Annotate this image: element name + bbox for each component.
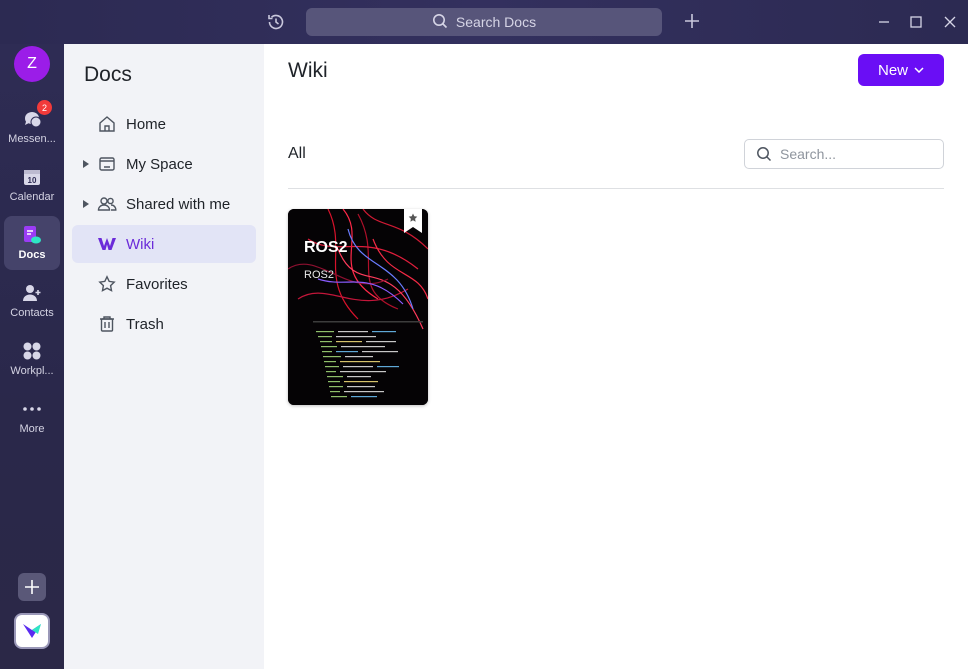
rail-item-label: Workpl...	[10, 365, 54, 377]
home-icon	[97, 114, 117, 134]
app-rail: Z 2 Messen... 10 Calendar Docs Contacts …	[0, 44, 64, 669]
rail-item-more[interactable]: More	[4, 390, 60, 444]
search-icon	[757, 147, 772, 162]
plus-icon	[25, 580, 39, 594]
calendar-icon: 10	[21, 166, 43, 188]
sidebar-item-home[interactable]: Home	[72, 105, 256, 143]
sidebar-item-shared[interactable]: Shared with me	[72, 185, 256, 223]
caret-right-icon[interactable]	[82, 200, 90, 208]
sidebar-title: Docs	[84, 63, 132, 86]
folder-icon	[97, 154, 117, 174]
filter-all[interactable]: All	[288, 145, 306, 163]
caret-right-icon[interactable]	[82, 160, 90, 168]
card-subtitle: ROS2	[304, 269, 334, 281]
workplace-icon	[21, 340, 43, 362]
history-icon[interactable]	[264, 10, 288, 34]
sidebar-item-label: Favorites	[126, 275, 188, 293]
rail-item-label: Contacts	[10, 307, 54, 319]
sidebar-item-wiki[interactable]: Wiki	[72, 225, 256, 263]
rail-item-contacts[interactable]: Contacts	[4, 274, 60, 328]
rail-item-label: Docs	[18, 249, 46, 261]
star-icon	[97, 274, 117, 294]
rail-item-label: Messen...	[8, 133, 56, 145]
rail-item-docs[interactable]: Docs	[4, 216, 60, 270]
rail-item-calendar[interactable]: 10 Calendar	[4, 158, 60, 212]
search-icon	[432, 13, 448, 32]
sidebar-item-trash[interactable]: Trash	[72, 305, 256, 343]
app-logo-icon	[23, 624, 41, 638]
add-app-button[interactable]	[18, 573, 46, 601]
chevron-down-icon	[914, 67, 924, 73]
rail-item-workplace[interactable]: Workpl...	[4, 332, 60, 386]
wiki-search-input[interactable]	[780, 144, 935, 164]
docs-sidebar: Docs Home My Space Shared with me Wiki F…	[64, 44, 264, 669]
messenger-icon: 2	[21, 100, 52, 130]
sidebar-item-label: Shared with me	[126, 195, 231, 213]
divider	[288, 188, 944, 189]
maximize-icon[interactable]	[906, 12, 926, 32]
contacts-icon	[21, 282, 43, 304]
sidebar-item-label: Wiki	[126, 235, 155, 253]
sidebar-item-my-space[interactable]: My Space	[72, 145, 256, 183]
rail-item-label: More	[19, 423, 45, 435]
new-button-label: New	[877, 61, 908, 79]
sidebar-item-favorites[interactable]: Favorites	[72, 265, 256, 303]
docs-icon	[21, 224, 43, 246]
rail-item-label: Calendar	[9, 191, 55, 203]
close-icon[interactable]	[940, 12, 960, 32]
wiki-search-box[interactable]	[744, 139, 944, 169]
rail-item-messenger[interactable]: 2 Messen...	[4, 100, 60, 154]
shared-users-icon	[97, 194, 117, 214]
page-title: Wiki	[288, 59, 328, 82]
trash-icon	[97, 314, 117, 334]
app-logo-button[interactable]	[14, 613, 50, 649]
unread-badge: 2	[37, 100, 52, 115]
search-docs-bar[interactable]: Search Docs	[306, 8, 662, 36]
calendar-date: 10	[28, 176, 37, 185]
new-button[interactable]: New	[858, 54, 944, 86]
more-icon	[21, 398, 43, 420]
avatar[interactable]: Z	[14, 46, 50, 82]
card-title: ROS2	[304, 239, 348, 256]
sidebar-item-label: Trash	[126, 315, 164, 333]
add-icon[interactable]	[682, 11, 702, 31]
title-bar: Search Docs	[0, 0, 968, 44]
sidebar-item-label: My Space	[126, 155, 193, 173]
wiki-icon	[97, 234, 117, 254]
main-content: Wiki New All Search... ROS2 ROS2	[264, 44, 968, 669]
minimize-icon[interactable]	[874, 12, 894, 32]
wiki-card[interactable]: ROS2 ROS2	[288, 209, 428, 405]
favorite-bookmark-icon[interactable]	[404, 209, 422, 233]
search-docs-placeholder: Search Docs	[455, 14, 537, 30]
sidebar-item-label: Home	[126, 115, 167, 133]
